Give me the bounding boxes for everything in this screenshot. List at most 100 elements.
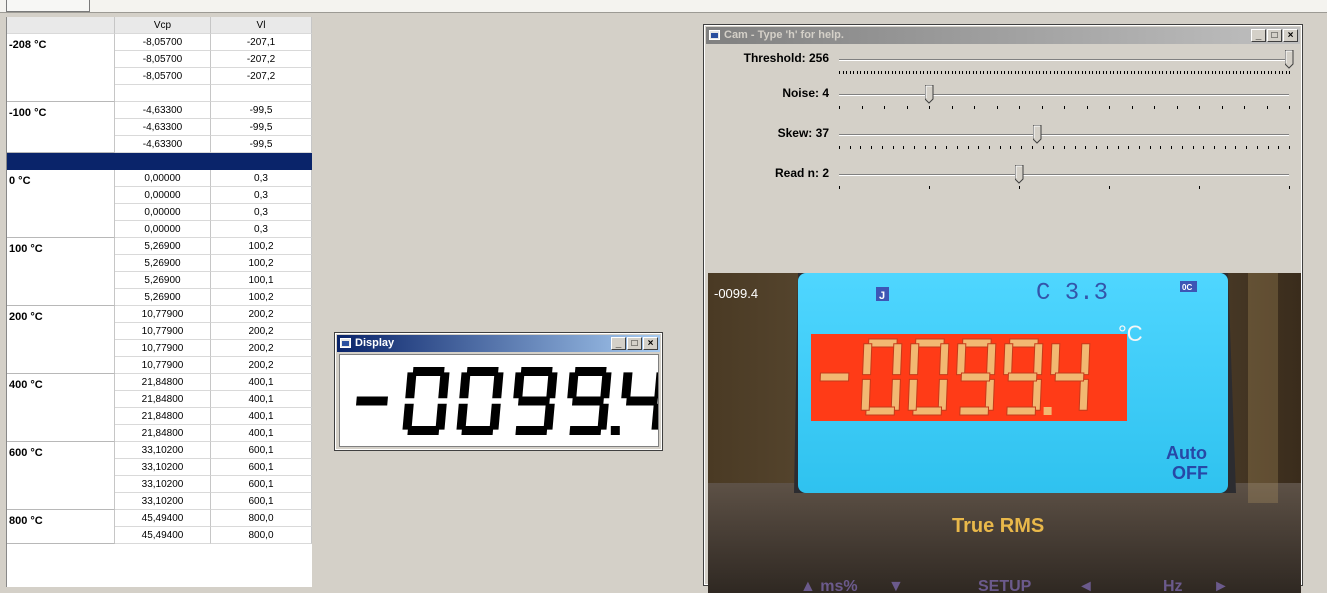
vl-cell[interactable]: 100,1 [211, 272, 312, 289]
table-row[interactable]: -4,63300 -99,5 [7, 119, 312, 136]
table-row[interactable]: 0,00000 0,3 [7, 170, 312, 187]
vcp-cell[interactable]: 10,77900 [115, 357, 211, 374]
vl-cell[interactable]: -207,1 [211, 34, 312, 51]
table-row[interactable]: -8,05700 -207,1 [7, 34, 312, 51]
table-row[interactable]: 5,26900 100,1 [7, 272, 312, 289]
maximize-button[interactable]: □ [1267, 29, 1282, 42]
vl-cell[interactable]: 600,1 [211, 493, 312, 510]
vcp-cell[interactable]: -8,05700 [115, 68, 211, 85]
vl-cell[interactable]: -99,5 [211, 136, 312, 153]
vcp-cell[interactable]: 33,10200 [115, 459, 211, 476]
slider-track[interactable] [839, 134, 1289, 136]
toolbar-button[interactable] [6, 0, 90, 12]
calibration-table[interactable]: Vcp Vl -208 °C -8,05700 -207,1 -8,05700 -207,2… [6, 17, 312, 587]
table-row[interactable] [7, 85, 312, 102]
vl-cell[interactable]: 600,1 [211, 459, 312, 476]
vcp-cell[interactable]: 0,00000 [115, 187, 211, 204]
table-row[interactable]: 21,84800 400,1 [7, 425, 312, 442]
vl-cell[interactable]: 400,1 [211, 425, 312, 442]
minimize-button[interactable]: _ [1251, 29, 1266, 42]
table-row[interactable]: 45,49400 800,0 [7, 510, 312, 527]
close-button[interactable]: × [643, 337, 658, 350]
vl-cell[interactable]: 400,1 [211, 408, 312, 425]
vcp-cell[interactable]: 5,26900 [115, 272, 211, 289]
vcp-cell[interactable]: 10,77900 [115, 340, 211, 357]
vl-cell[interactable]: 200,2 [211, 323, 312, 340]
vl-cell[interactable]: -99,5 [211, 102, 312, 119]
vl-cell[interactable] [211, 85, 312, 102]
vcp-cell[interactable]: -8,05700 [115, 51, 211, 68]
table-row[interactable]: 10,77900 200,2 [7, 357, 312, 374]
vl-cell[interactable]: 400,1 [211, 391, 312, 408]
vcp-cell[interactable]: 10,77900 [115, 306, 211, 323]
table-row[interactable]: 33,10200 600,1 [7, 459, 312, 476]
table-row[interactable]: -8,05700 -207,2 [7, 51, 312, 68]
vcp-cell[interactable]: 21,84800 [115, 425, 211, 442]
display-window[interactable]: Display _ □ × [334, 332, 666, 451]
vcp-cell[interactable]: 45,49400 [115, 510, 211, 527]
table-row[interactable]: 21,84800 400,1 [7, 391, 312, 408]
selected-row[interactable] [7, 153, 312, 170]
slider-track[interactable] [839, 174, 1289, 176]
vl-cell[interactable]: 100,2 [211, 289, 312, 306]
vcp-cell[interactable] [115, 85, 211, 102]
vcp-cell[interactable]: 33,10200 [115, 442, 211, 459]
vcp-cell[interactable]: -8,05700 [115, 34, 211, 51]
vl-cell[interactable]: -207,2 [211, 51, 312, 68]
vcp-cell[interactable]: 0,00000 [115, 170, 211, 187]
close-button[interactable]: × [1283, 29, 1298, 42]
vcp-cell[interactable]: 45,49400 [115, 527, 211, 544]
vcp-cell[interactable]: 5,26900 [115, 238, 211, 255]
vl-cell[interactable]: 200,2 [211, 357, 312, 374]
vl-cell[interactable]: 600,1 [211, 476, 312, 493]
table-row[interactable]: 33,10200 600,1 [7, 493, 312, 510]
cam-window[interactable]: Cam - Type 'h' for help. _ □ × -0099.4 J… [703, 24, 1303, 593]
table-row[interactable]: -4,63300 -99,5 [7, 136, 312, 153]
vl-cell[interactable]: 800,0 [211, 527, 312, 544]
vcp-cell[interactable]: -4,63300 [115, 119, 211, 136]
vl-cell[interactable]: 100,2 [211, 238, 312, 255]
minimize-button[interactable]: _ [611, 337, 626, 350]
vl-cell[interactable]: 0,3 [211, 204, 312, 221]
vl-cell[interactable]: 0,3 [211, 221, 312, 238]
table-row[interactable]: 21,84800 400,1 [7, 408, 312, 425]
vcp-cell[interactable]: 33,10200 [115, 493, 211, 510]
vcp-cell[interactable]: 0,00000 [115, 221, 211, 238]
vl-cell[interactable]: 100,2 [211, 255, 312, 272]
slider-thumb[interactable] [1014, 164, 1024, 184]
table-row[interactable]: -4,63300 -99,5 [7, 102, 312, 119]
maximize-button[interactable]: □ [627, 337, 642, 350]
table-row[interactable]: 10,77900 200,2 [7, 340, 312, 357]
vcp-cell[interactable]: 5,26900 [115, 255, 211, 272]
vl-cell[interactable]: 200,2 [211, 306, 312, 323]
vcp-cell[interactable]: 21,84800 [115, 391, 211, 408]
slider-thumb[interactable] [1284, 49, 1294, 69]
table-row[interactable]: 0,00000 0,3 [7, 187, 312, 204]
vcp-cell[interactable]: 5,26900 [115, 289, 211, 306]
table-row[interactable]: 0,00000 0,3 [7, 204, 312, 221]
vcp-cell[interactable]: 21,84800 [115, 408, 211, 425]
vl-cell[interactable]: -99,5 [211, 119, 312, 136]
slider-track[interactable] [839, 94, 1289, 96]
vl-cell[interactable]: 600,1 [211, 442, 312, 459]
vcp-cell[interactable]: -4,63300 [115, 102, 211, 119]
table-row[interactable]: 33,10200 600,1 [7, 442, 312, 459]
display-titlebar[interactable]: Display _ □ × [337, 335, 660, 352]
cam-titlebar[interactable]: Cam - Type 'h' for help. _ □ × [706, 27, 1300, 44]
vcp-cell[interactable]: -4,63300 [115, 136, 211, 153]
slider-thumb[interactable] [924, 84, 934, 104]
column-header-vl[interactable]: Vl [211, 17, 312, 34]
vl-cell[interactable]: -207,2 [211, 68, 312, 85]
vl-cell[interactable]: 400,1 [211, 374, 312, 391]
table-row[interactable]: 5,26900 100,2 [7, 255, 312, 272]
slider-thumb[interactable] [1032, 124, 1042, 144]
table-row[interactable]: -8,05700 -207,2 [7, 68, 312, 85]
vcp-cell[interactable]: 10,77900 [115, 323, 211, 340]
table-row[interactable]: 45,49400 800,0 [7, 527, 312, 544]
vl-cell[interactable]: 0,3 [211, 187, 312, 204]
table-row[interactable]: 0,00000 0,3 [7, 221, 312, 238]
column-header-vcp[interactable]: Vcp [115, 17, 211, 34]
header-blank[interactable] [7, 17, 115, 34]
table-row[interactable]: 21,84800 400,1 [7, 374, 312, 391]
vcp-cell[interactable]: 0,00000 [115, 204, 211, 221]
